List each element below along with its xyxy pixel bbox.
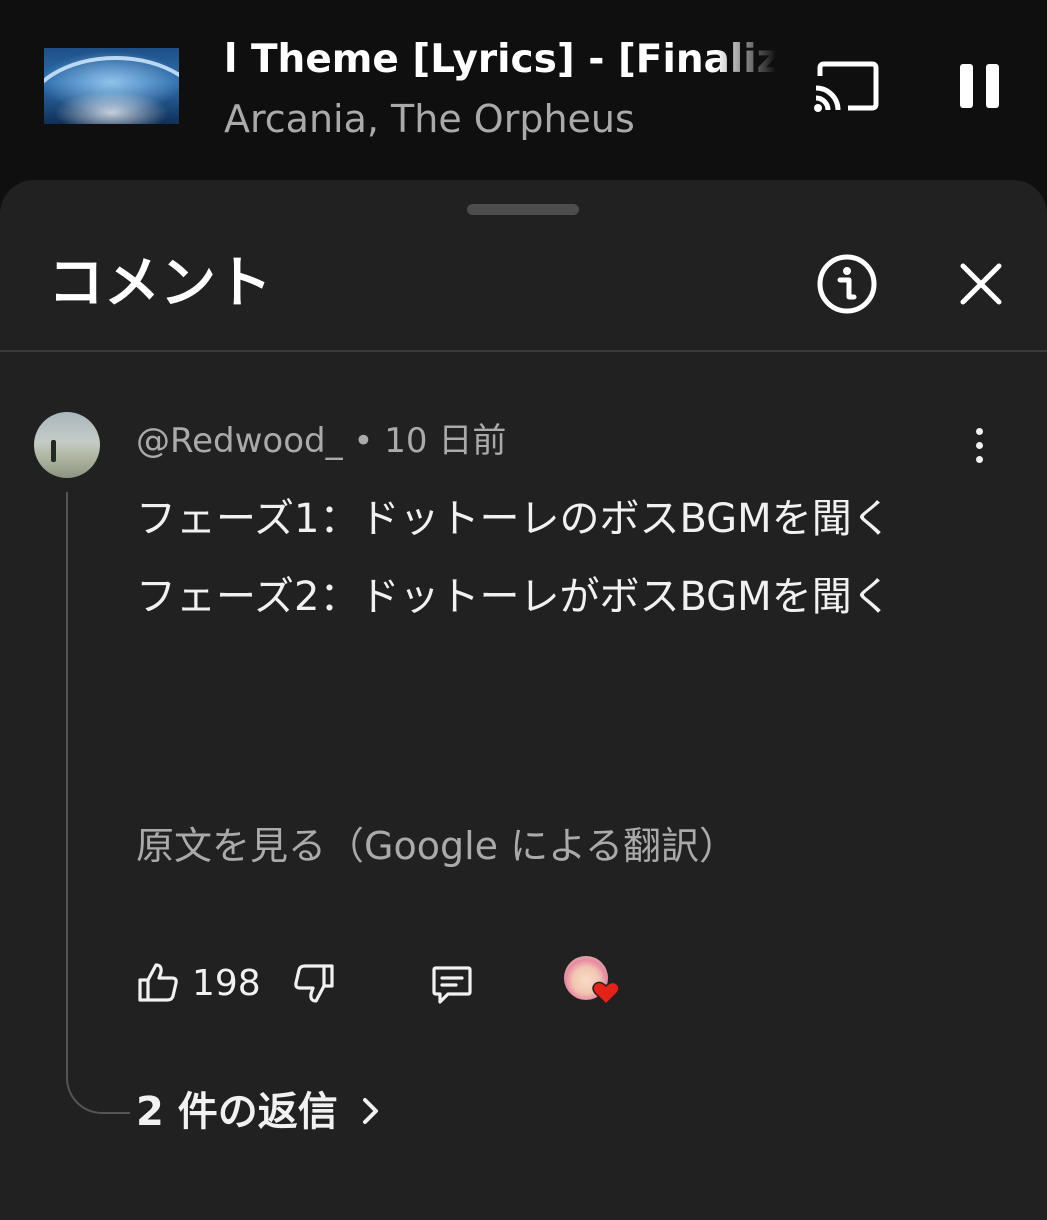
drag-handle[interactable] <box>467 204 579 215</box>
avatar[interactable] <box>34 412 100 478</box>
chevron-right-icon <box>360 1086 382 1142</box>
pause-icon[interactable] <box>956 58 1004 114</box>
replies-label: 2 件の返信 <box>136 1089 338 1135</box>
meta-separator: • <box>342 421 385 461</box>
comment-meta: @Redwood_ • 10 日前 <box>136 418 506 464</box>
close-icon[interactable] <box>955 258 1007 310</box>
track-title: l Theme [Lyrics] - [Finalized <box>224 34 776 86</box>
comment-line: フェーズ2：ドットーレがボスBGMを聞く <box>136 574 892 620</box>
track-artist: Arcania, The Orpheus <box>224 97 635 141</box>
replies-button[interactable]: 2 件の返信 <box>136 1084 382 1142</box>
like-count: 198 <box>192 963 261 1004</box>
comment-line: フェーズ1：ドットーレのボスBGMを聞く <box>136 496 892 542</box>
reply-icon[interactable] <box>430 962 474 1006</box>
thumb-down-icon[interactable] <box>292 962 336 1006</box>
comment-text: フェーズ1：ドットーレのボスBGMを聞く フェーズ2：ドットーレがボスBGMを聞… <box>136 480 956 636</box>
divider <box>0 350 1047 352</box>
more-vert-icon[interactable] <box>968 426 992 466</box>
thread-line <box>66 492 130 1114</box>
info-icon[interactable] <box>815 252 879 316</box>
cast-icon[interactable] <box>812 58 880 114</box>
comment-time: 10 日前 <box>384 421 507 461</box>
creator-heart-icon <box>564 956 624 1012</box>
mini-player[interactable]: l Theme [Lyrics] - [Finalized Arcania, T… <box>0 0 1047 180</box>
see-original-link[interactable]: 原文を見る（Google による翻訳） <box>136 820 737 872</box>
comment-author[interactable]: @Redwood_ <box>136 421 343 461</box>
sheet-title: コメント <box>48 251 272 316</box>
video-thumbnail[interactable] <box>44 48 179 124</box>
thumb-up-icon[interactable] <box>136 960 180 1004</box>
comment-actions: 198 <box>136 956 736 1010</box>
comments-sheet: コメント @Redwood_ • 10 日前 フェーズ1：ドットーレのボスBGM… <box>0 180 1047 1220</box>
